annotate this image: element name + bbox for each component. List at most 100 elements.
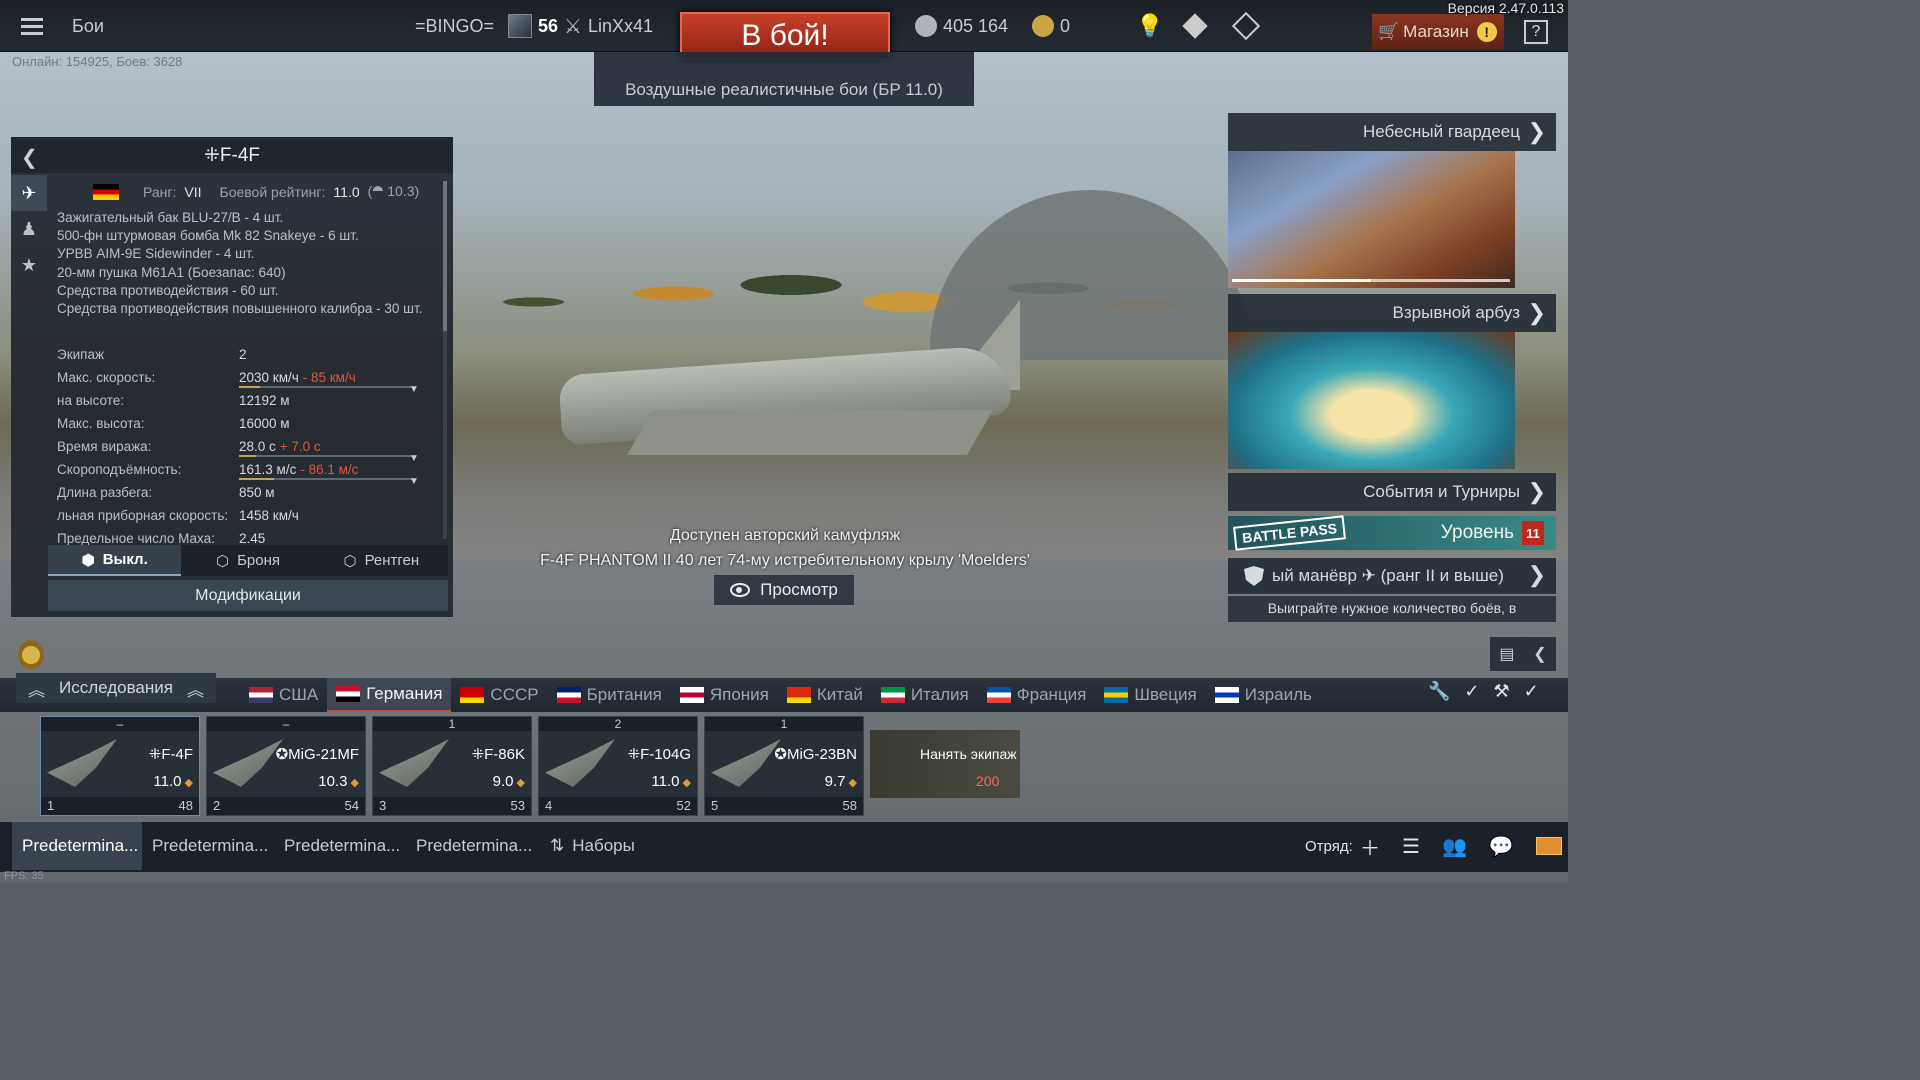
- preset-tab[interactable]: Predetermina...: [142, 822, 272, 870]
- hire-crew-slot[interactable]: Нанять экипаж 200: [870, 730, 1020, 798]
- silver-lion-icon: [915, 15, 937, 37]
- aircraft-thumbnail: [213, 739, 283, 787]
- preview-label: Просмотр: [760, 580, 838, 599]
- chat-icon[interactable]: 💬: [1489, 834, 1514, 859]
- slot-spare-cost: 1: [373, 717, 531, 731]
- weapons-tab-icon[interactable]: ✈: [11, 175, 47, 211]
- nation-label: Япония: [709, 685, 769, 704]
- nation-tab[interactable]: СССР: [451, 678, 547, 712]
- silver-lions-balance[interactable]: 405 164: [915, 0, 1008, 52]
- game-mode-selector[interactable]: Воздушные реалистичные бои (БР 11.0): [594, 52, 974, 106]
- eagles-value: 0: [1060, 15, 1071, 36]
- cube-icon: ⬢: [81, 551, 95, 569]
- list-icon[interactable]: ☰: [1402, 834, 1420, 859]
- nation-label: Франция: [1016, 685, 1087, 704]
- xray-cube-icon: ⬡: [343, 552, 357, 570]
- slot-vehicle-name: ⁜F-4F: [148, 746, 193, 763]
- battle-task[interactable]: ый манёвр ✈ (ранг II и выше) ❯: [1228, 558, 1556, 594]
- sets-label: Наборы: [572, 836, 635, 855]
- modifications-button[interactable]: Модификации: [48, 580, 448, 611]
- xray-view-tab[interactable]: ⬡ Рентген: [315, 545, 448, 576]
- research-button[interactable]: ︽ Исследования ︽: [16, 673, 216, 703]
- stat-label: Экипаж: [57, 347, 104, 362]
- shop-button[interactable]: 🛒 Магазин !: [1372, 14, 1504, 50]
- help-button[interactable]: ?: [1524, 20, 1548, 44]
- preview-button[interactable]: Просмотр: [714, 575, 854, 605]
- event-sky-guardian[interactable]: Небесный гвардеец ❯: [1228, 113, 1556, 151]
- nation-tab[interactable]: Израиль: [1206, 678, 1321, 712]
- slot-spare-cost: 2: [539, 717, 697, 731]
- preset-tab[interactable]: Predetermina...: [12, 822, 142, 870]
- info-scrollbar[interactable]: [443, 181, 447, 539]
- player-profile[interactable]: 56 ⚔ LinXx41: [508, 0, 653, 52]
- achievements-tab-icon[interactable]: ★: [11, 247, 47, 283]
- crew-slot[interactable]: 1 ⁜F-86K 9.0 3 53: [372, 716, 532, 816]
- br-value: 11.0: [333, 183, 360, 200]
- plus-icon[interactable]: ＋: [1360, 832, 1380, 861]
- check-icon[interactable]: ✓: [1464, 681, 1479, 702]
- avatar: [508, 14, 532, 38]
- stat-row: на высоте: 12192 м: [57, 389, 437, 412]
- event-exploding-melon[interactable]: Взрывной арбуз ❯: [1228, 294, 1556, 332]
- right-panel-toggle[interactable]: ▤ ❮: [1490, 637, 1556, 671]
- slot-footer: [373, 797, 531, 815]
- slot-crew-level: 52: [676, 798, 691, 813]
- view-off-tab[interactable]: ⬢ Выкл.: [48, 545, 182, 576]
- hamburger-menu-icon[interactable]: [14, 0, 50, 52]
- slot-footer: [705, 797, 863, 815]
- golden-eagles-balance[interactable]: 0: [1032, 0, 1070, 52]
- coupon-icon[interactable]: [1231, 0, 1261, 52]
- repair-all-icon[interactable]: ⚒: [1494, 681, 1510, 702]
- list-icon: ▤: [1499, 646, 1515, 663]
- nation-tab[interactable]: США: [240, 678, 327, 712]
- nation-tab[interactable]: Швеция: [1095, 678, 1205, 712]
- event-banner-exploding-melon[interactable]: [1228, 332, 1515, 469]
- crew-slot[interactable]: 1 ✪MiG-23BN 9.7 5 58: [704, 716, 864, 816]
- crew-slot[interactable]: 2 ⁜F-104G 11.0 4 52: [538, 716, 698, 816]
- nation-tab[interactable]: Япония: [671, 678, 778, 712]
- battle-pass-logo: BATTLE PASS: [1233, 515, 1347, 551]
- squadron-tag[interactable]: =BINGO=: [415, 0, 494, 52]
- slot-footer: [207, 797, 365, 815]
- nation-tab[interactable]: Британия: [548, 678, 671, 712]
- check-all-icon[interactable]: ✓: [1524, 681, 1539, 702]
- preset-tab[interactable]: Predetermina...: [274, 822, 404, 870]
- battle-pass-level-badge: 11: [1522, 521, 1544, 545]
- crew-tab-icon[interactable]: ♟: [11, 211, 47, 247]
- armor-view-tab[interactable]: ⬡ Броня: [181, 545, 314, 576]
- crew-slot[interactable]: – ⁜F-4F 11.0 1 48: [40, 716, 200, 816]
- events-column: Небесный гвардеец ❯ Взрывной арбуз ❯ Соб…: [1228, 113, 1556, 511]
- contacts-icon[interactable]: 👥: [1442, 834, 1467, 859]
- chevron-left-icon[interactable]: ❮: [21, 145, 38, 170]
- nation-flag-icon: [336, 686, 361, 702]
- wrench-icon[interactable]: 🔧: [1428, 681, 1450, 702]
- preset-tab[interactable]: Predetermina...: [406, 822, 536, 870]
- battles-menu[interactable]: Бои: [72, 0, 104, 52]
- fps-counter: FPS: 35: [4, 870, 44, 882]
- medal-icon[interactable]: [18, 640, 44, 670]
- info-side-tabs: ✈ ♟ ★: [11, 175, 47, 283]
- cart-icon: 🛒: [1378, 22, 1400, 41]
- nation-tab[interactable]: Италия: [872, 678, 978, 712]
- sets-button[interactable]: ⇅ Наборы: [550, 822, 635, 870]
- crew-slot[interactable]: – ✪MiG-21MF 10.3 2 54: [206, 716, 366, 816]
- aircraft-thumbnail: [711, 739, 781, 787]
- nation-tab[interactable]: Китай: [778, 678, 872, 712]
- slot-crew-number: 2: [213, 798, 221, 813]
- aircraft-thumbnail: [379, 739, 449, 787]
- slot-vehicle-name: ✪MiG-21MF: [275, 746, 359, 763]
- stat-label: Время виража:: [57, 439, 152, 454]
- diamond-icon[interactable]: [1182, 0, 1208, 52]
- nation-tab[interactable]: Франция: [978, 678, 1096, 712]
- chevron-right-icon: ❯: [1527, 479, 1546, 504]
- bottom-right-icons: ＋ ☰ 👥 💬: [1360, 822, 1562, 870]
- event-banner-sky-guardian[interactable]: [1228, 151, 1515, 288]
- mail-icon[interactable]: [1535, 837, 1562, 855]
- golden-eagle-icon: [1032, 15, 1054, 37]
- battle-pass-row[interactable]: BATTLE PASS Уровень 11: [1228, 515, 1556, 551]
- lightbulb-icon[interactable]: 💡: [1136, 0, 1163, 52]
- slot-spare-cost: –: [41, 717, 199, 731]
- events-tournaments[interactable]: События и Турниры ❯: [1228, 473, 1556, 511]
- nation-tab[interactable]: Германия: [327, 678, 452, 712]
- view-mode-tabs: ⬢ Выкл. ⬡ Броня ⬡ Рентген: [48, 545, 448, 576]
